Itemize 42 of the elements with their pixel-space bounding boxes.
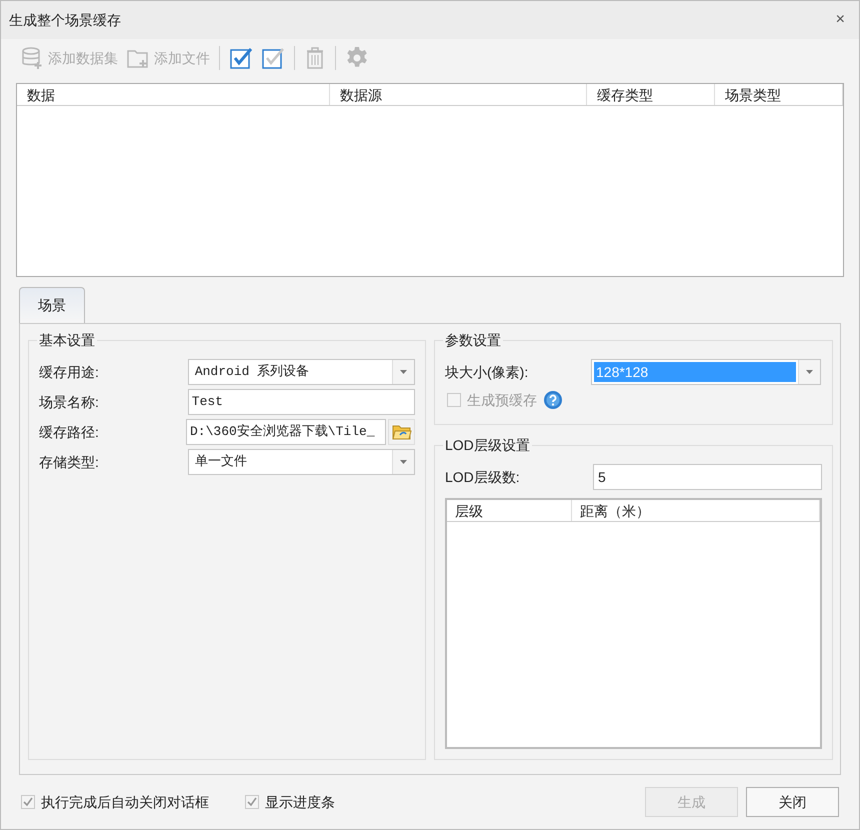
group-title: 参数设置: [443, 330, 503, 350]
checkbox-checked-icon: [261, 46, 285, 70]
tab[interactable]: 场景: [19, 287, 85, 323]
dropdown[interactable]: Android 系列设备: [188, 359, 415, 385]
dropdown-value: 单一文件: [194, 453, 248, 472]
path-field[interactable]: D:\360安全浏览器下载\Tile_: [186, 419, 386, 445]
field-label: 块大小(像素):: [445, 362, 530, 382]
caret-icon: [400, 460, 407, 464]
checkbox-label: 执行完成后自动关闭对话框: [41, 792, 209, 812]
column-header: 距离（米）: [572, 500, 820, 521]
input-field[interactable]: Test: [188, 389, 415, 415]
browse-button[interactable]: [388, 419, 415, 445]
window-title: 生成整个场景缓存: [9, 10, 121, 30]
checkbox-checked-icon: [229, 46, 253, 70]
column-header: 缓存类型: [587, 84, 715, 105]
checkmark-icon: [247, 797, 257, 807]
trash-icon: [304, 46, 326, 70]
input-field[interactable]: 5: [593, 464, 822, 490]
dialog-button[interactable]: 关闭: [746, 787, 839, 817]
folder-icon: [392, 424, 412, 440]
field-label: LOD层级数:: [445, 468, 521, 486]
checkmark-icon: [23, 797, 33, 807]
dropdown-value: 128*128: [594, 362, 796, 382]
field-label: 缓存用途:: [39, 362, 100, 382]
column-header: 数据: [17, 84, 330, 105]
checkbox-label: 显示进度条: [265, 792, 335, 812]
dropdown-value: Android 系列设备: [194, 363, 310, 382]
checkbox-label: 生成预缓存: [467, 390, 537, 410]
caret-icon: [806, 370, 813, 374]
field-label: 存储类型:: [39, 452, 100, 472]
caret-icon: [400, 370, 407, 374]
dropdown[interactable]: 单一文件: [188, 449, 415, 475]
field-label: 缓存路径:: [39, 422, 100, 442]
help-icon[interactable]: [543, 390, 563, 410]
database-icon: [20, 46, 44, 70]
column-header: 数据源: [330, 84, 587, 105]
close-button[interactable]: ×: [830, 8, 851, 32]
toolbar-icon-button[interactable]: [228, 46, 254, 70]
column-header: 场景类型: [715, 84, 843, 105]
field-label: 场景名称:: [39, 392, 100, 412]
toolbar-icon-button[interactable]: [260, 46, 286, 70]
column-header: 层级: [447, 500, 572, 521]
